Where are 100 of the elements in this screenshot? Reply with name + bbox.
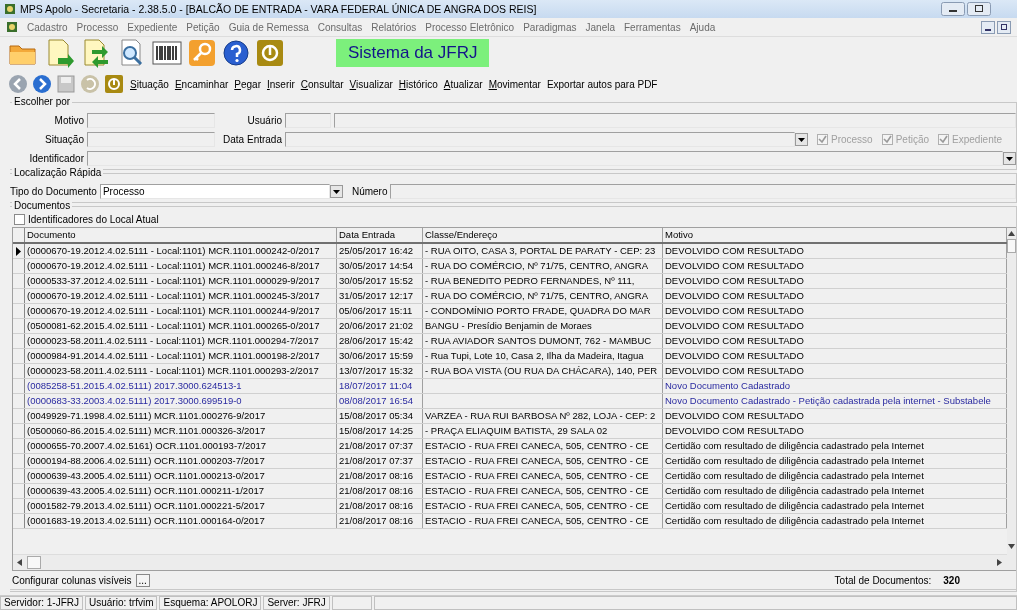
user-name-field[interactable] [334, 112, 1016, 128]
toolbar-link[interactable]: Exportar autos para PDF [546, 78, 658, 90]
menu-item[interactable]: Consultas [317, 21, 363, 33]
table-cell: - Rua Tupi, Lote 10, Casa 2, Ilha da Madeira, Itagua [423, 349, 663, 363]
row-indicator[interactable] [13, 244, 25, 258]
forward-icon[interactable] [32, 74, 52, 94]
table-cell: (0000655-70.2007.4.02.5161) OCR.1101.000193-7/2017 [25, 439, 337, 453]
toolbar-link[interactable]: Situação [130, 78, 169, 90]
back-icon[interactable] [8, 74, 28, 94]
table-cell: 08/08/2017 16:54 [337, 394, 423, 408]
current-row-icon [16, 246, 21, 256]
scroll-right-icon[interactable] [997, 559, 1003, 566]
restore-icon[interactable] [967, 2, 991, 16]
scroll-down-icon[interactable] [1008, 544, 1015, 550]
system-banner: Sistema da JFRJ [336, 39, 490, 67]
number-field[interactable] [390, 183, 1016, 199]
toolbar-link[interactable]: Pegar [234, 78, 261, 90]
menu-item[interactable]: Relatórios [371, 21, 417, 33]
toolbar-link[interactable]: Encaminhar [174, 78, 229, 90]
table-cell: 30/06/2017 15:59 [337, 349, 423, 363]
identifier-field[interactable] [87, 150, 1003, 166]
horizontal-scrollbar[interactable] [13, 554, 1007, 570]
field-label: Usuário [246, 114, 282, 126]
table-cell: (0000670-19.2012.4.02.5111 - Local:1101) MCR.1101.000245-3/2017 [25, 289, 337, 303]
configure-columns-button[interactable]: ... [135, 574, 150, 587]
scroll-up-icon[interactable] [1008, 231, 1015, 237]
toolbar-link[interactable]: Consultar [300, 78, 344, 90]
column-header[interactable]: Classe/Endereço [423, 228, 663, 242]
table-cell: ESTACIO - RUA FREI CANECA, 505, CENTRO - CE [423, 514, 663, 528]
scroll-thumb[interactable] [1007, 239, 1016, 253]
table-cell: (0000670-19.2012.4.02.5111 - Local:1101) MCR.1101.000246-8/2017 [25, 259, 337, 273]
menu-item[interactable]: Cadastro [27, 21, 68, 33]
toolbar-link[interactable]: Movimentar [488, 78, 541, 90]
checkbox[interactable] [14, 214, 25, 225]
column-header[interactable]: Documento [25, 228, 337, 242]
minimize-icon[interactable] [981, 20, 995, 34]
table-cell: - RUA DO COMÉRCIO, Nº 71/75, CENTRO, ANGRA [423, 289, 663, 303]
table-cell: 25/05/2017 16:42 [337, 244, 423, 258]
group-title: Localização Rápida [12, 167, 104, 178]
menu-item[interactable]: Ajuda [689, 21, 716, 33]
scroll-left-icon[interactable] [17, 559, 23, 566]
checkbox-text: Petição [895, 133, 930, 145]
power-icon[interactable] [104, 74, 124, 94]
help-icon[interactable] [222, 39, 250, 67]
table-cell: 28/06/2017 15:42 [337, 334, 423, 348]
scroll-thumb[interactable] [27, 556, 41, 569]
menu-item[interactable]: Processo Eletrônico [425, 21, 515, 33]
menu-item[interactable]: Processo [76, 21, 119, 33]
user-code-field[interactable] [285, 112, 331, 128]
table-cell: - PRAÇA ELIAQUIM BATISTA, 29 SALA 02 [423, 424, 663, 438]
minimize-icon[interactable] [941, 2, 965, 16]
barcode-icon[interactable] [152, 41, 182, 65]
date-field[interactable] [285, 131, 795, 147]
status-panel: Esquema: APOLORJ [159, 596, 262, 610]
toolbar-link[interactable]: Atualizar [443, 78, 483, 90]
table-cell: - RUA BENEDITO PEDRO FERNANDES, Nº 111, [423, 274, 663, 288]
table-cell: (0000670-19.2012.4.02.5111 - Local:1101) MCR.1101.000244-9/2017 [25, 304, 337, 318]
field-label: Data Entrada [222, 133, 282, 145]
key-icon[interactable] [188, 39, 216, 67]
menu-item[interactable]: Expediente [127, 21, 178, 33]
table-cell: 30/05/2017 15:52 [337, 274, 423, 288]
table-cell: 15/08/2017 14:25 [337, 424, 423, 438]
table-cell: - RUA BOA VISTA (OU RUA DA CHÁCARA), 140, PER [423, 364, 663, 378]
table-cell: 21/08/2017 08:16 [337, 499, 423, 513]
document-type-field[interactable]: Processo [99, 183, 330, 199]
menu-item[interactable]: Janela [585, 21, 615, 33]
table-cell: (0000023-58.2011.4.02.5111 - Local:1101) MCR.1101.000293-2/2017 [25, 364, 337, 378]
checkbox-text: Expediente [952, 133, 1003, 145]
table-cell: 21/08/2017 08:16 [337, 469, 423, 483]
status-panel: Servidor: 1-JFRJ [0, 596, 83, 610]
menu-item[interactable]: Paradigmas [523, 21, 577, 33]
field-label: Situação [44, 133, 84, 145]
table-cell: (0000639-43.2005.4.02.5111) OCR.1101.000211-1/2017 [25, 484, 337, 498]
menu-item[interactable]: Petição [186, 21, 220, 33]
app-icon [4, 3, 16, 15]
situacao-field[interactable] [87, 131, 215, 147]
status-panel: Usuário: trfvim [85, 596, 158, 610]
vertical-scrollbar[interactable] [1007, 228, 1016, 570]
menu-item[interactable]: Guia de Remessa [228, 21, 309, 33]
table-cell: (0000194-88.2006.4.02.5111) OCR.1101.000203-7/2017 [25, 454, 337, 468]
table-cell: 31/05/2017 12:17 [337, 289, 423, 303]
toolbar-link[interactable]: Visualizar [349, 78, 393, 90]
column-header[interactable]: Data Entrada [337, 228, 423, 242]
total-label: Total de Documentos: [834, 575, 932, 586]
toolbar-link[interactable]: Inserir [267, 78, 295, 90]
table-cell: ESTACIO - RUA FREI CANECA, 505, CENTRO - CE [423, 454, 663, 468]
power-icon[interactable] [256, 39, 284, 67]
table-cell: (0000023-58.2011.4.02.5111 - Local:1101) MCR.1101.000294-7/2017 [25, 334, 337, 348]
table-cell: ESTACIO - RUA FREI CANECA, 505, CENTRO - CE [423, 499, 663, 513]
restore-icon[interactable] [997, 20, 1011, 34]
undo-icon[interactable] [80, 74, 100, 94]
menu-item[interactable]: Ferramentas [624, 21, 681, 33]
table-cell: 13/07/2017 15:32 [337, 364, 423, 378]
table-cell: ESTACIO - RUA FREI CANECA, 505, CENTRO - CE [423, 469, 663, 483]
field-label: Número [351, 185, 388, 197]
checkbox-text: Identificadores do Local Atual [28, 214, 159, 225]
table-cell: ESTACIO - RUA FREI CANECA, 505, CENTRO - CE [423, 439, 663, 453]
toolbar-link[interactable]: Histórico [398, 78, 438, 90]
table-cell: VARZEA - RUA RUI BARBOSA Nº 282, LOJA - CEP: 2 [423, 409, 663, 423]
motivo-field[interactable] [87, 112, 215, 128]
